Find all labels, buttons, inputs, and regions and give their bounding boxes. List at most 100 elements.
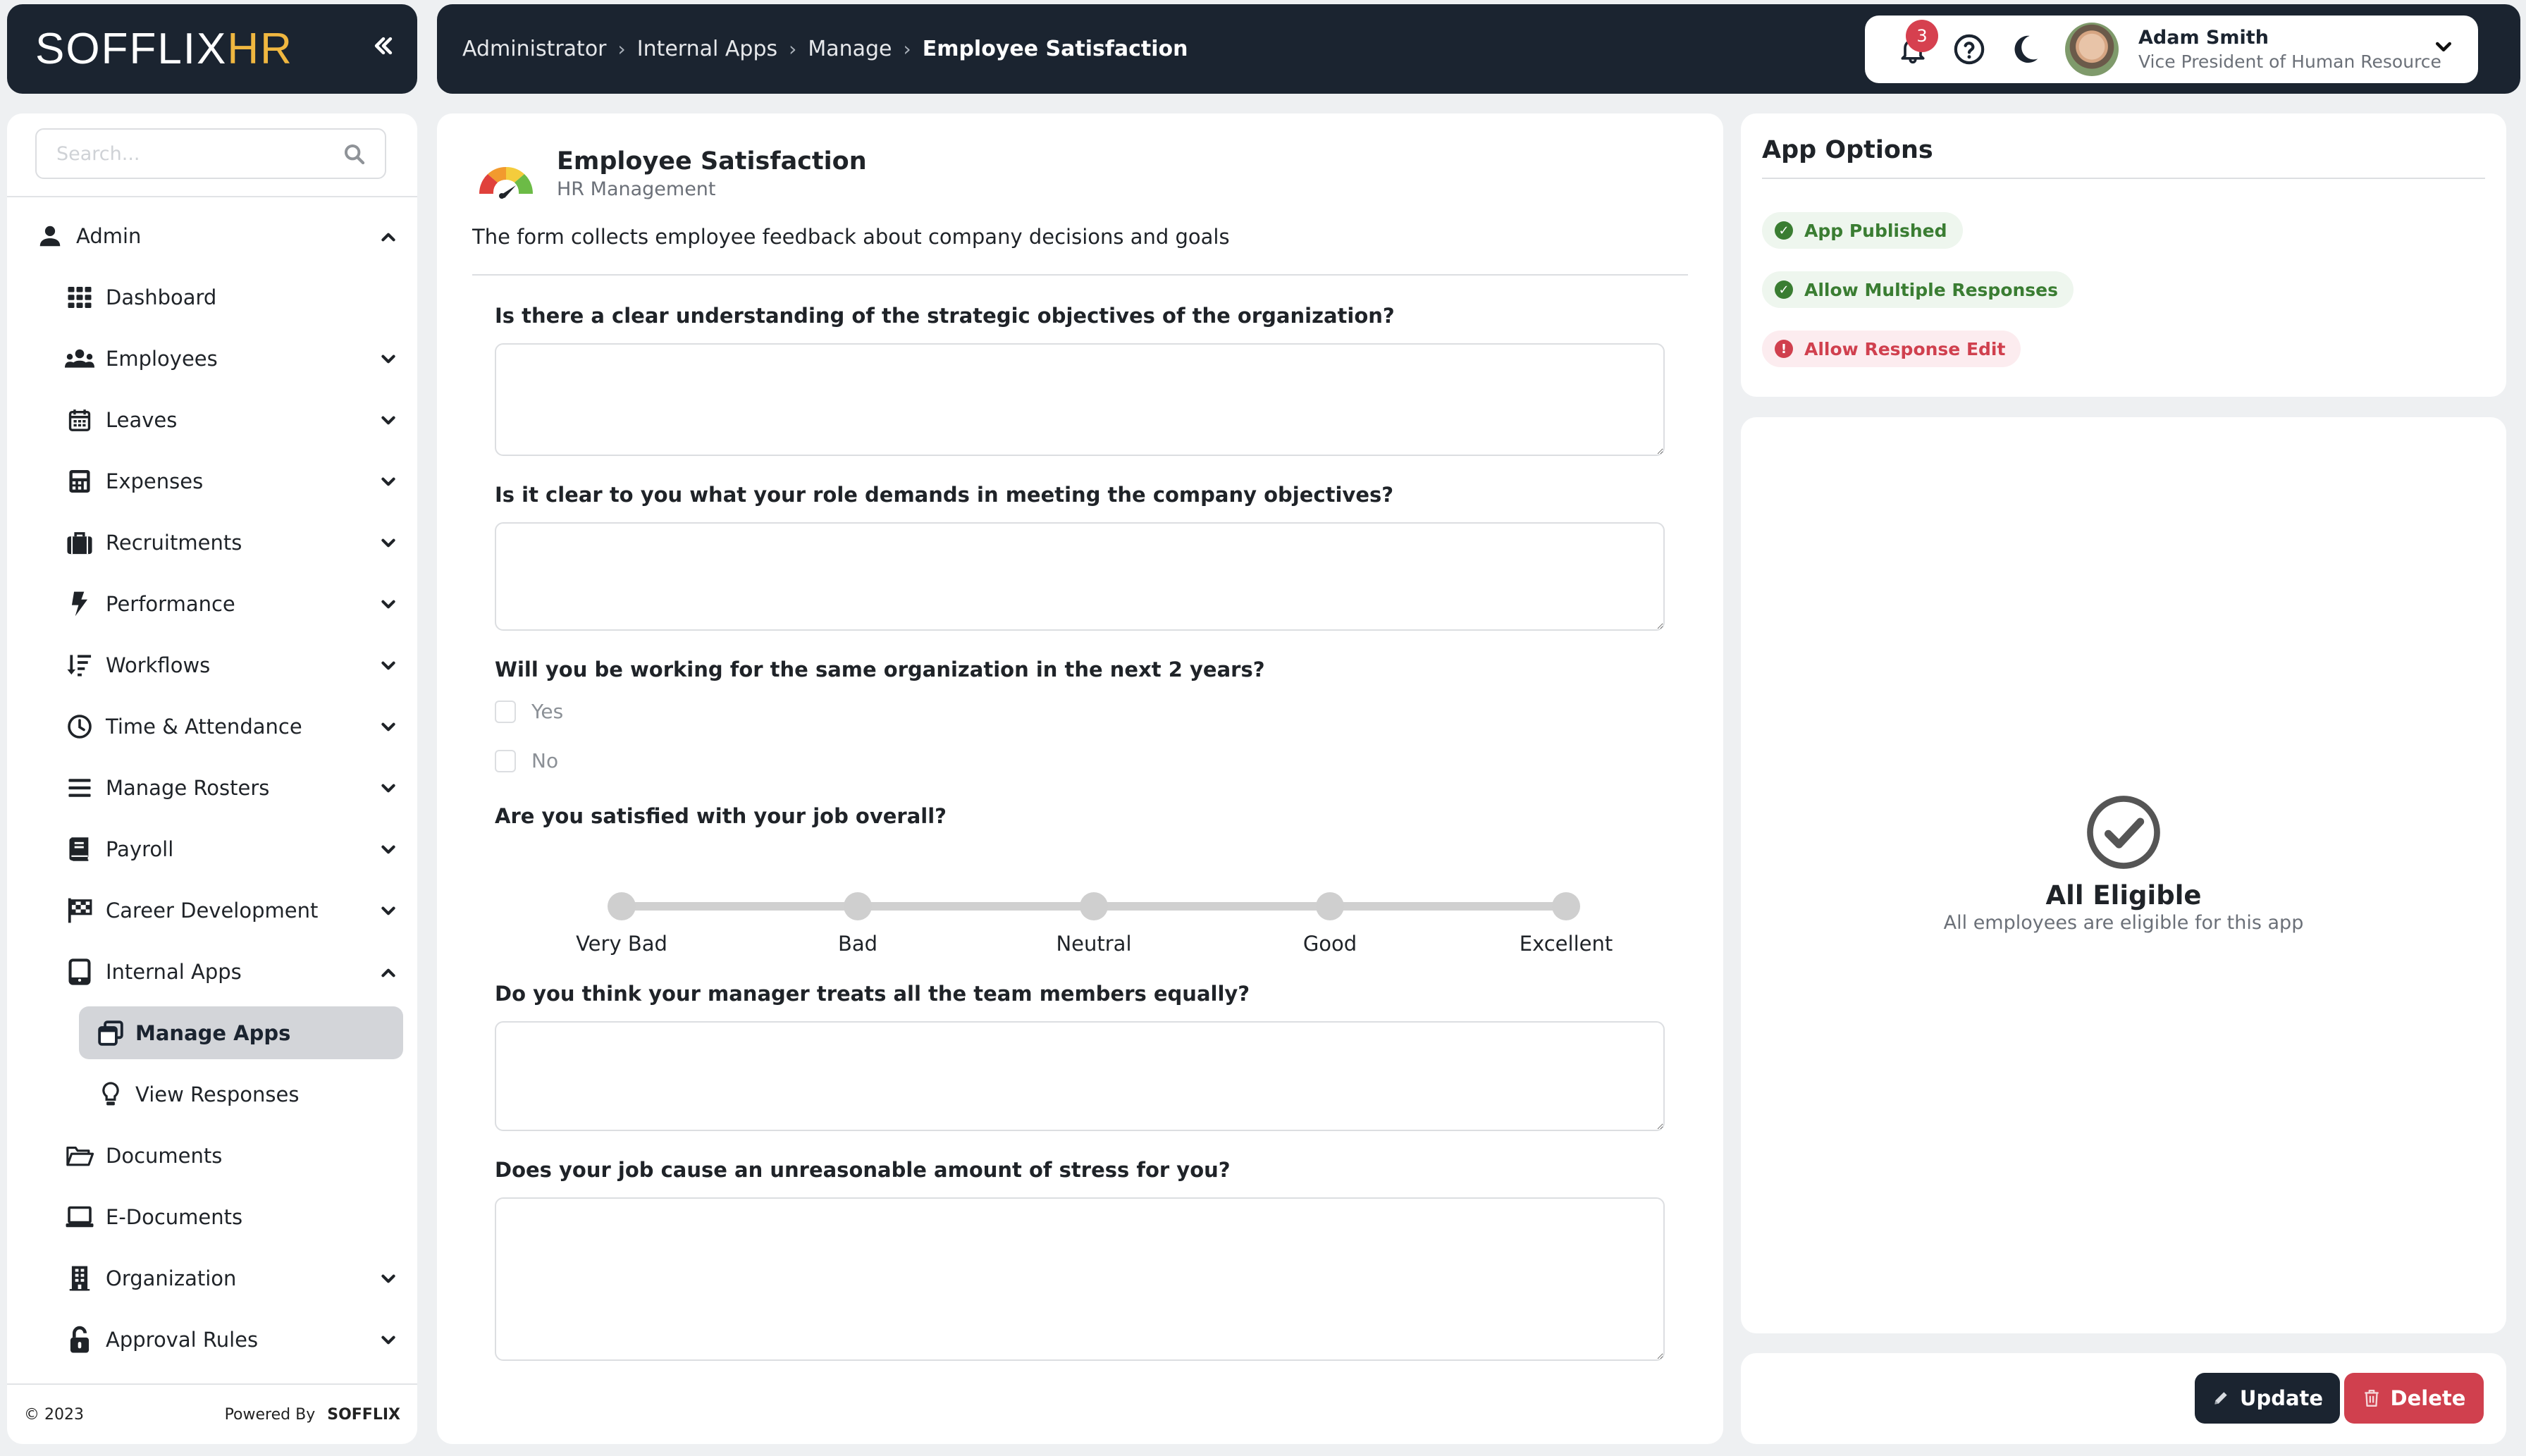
status-badge-label: Allow Multiple Responses xyxy=(1804,279,2059,300)
chevron-down-icon[interactable] xyxy=(379,350,398,368)
app-options-card: App Options ✓ App Published ✓ Allow Mult… xyxy=(1741,113,2506,397)
chevron-down-icon[interactable] xyxy=(379,717,398,736)
user-menu-toggle[interactable] xyxy=(2433,37,2458,62)
sidebar-item-performance[interactable]: Performance xyxy=(7,573,417,634)
rating-option-label: Neutral xyxy=(1056,932,1132,956)
status-badge-app-published: ✓ App Published xyxy=(1762,212,1963,249)
sidebar-item-documents[interactable]: Documents xyxy=(7,1125,417,1186)
chevron-down-icon[interactable] xyxy=(379,779,398,797)
sidebar-item-label: Recruitments xyxy=(106,530,242,555)
avatar[interactable] xyxy=(2065,23,2119,76)
brand-logo[interactable]: SOFFLIXHR xyxy=(35,24,293,74)
app-title: Employee Satisfaction xyxy=(557,147,867,175)
dark-mode-toggle[interactable] xyxy=(2006,30,2045,69)
sidebar-item-expenses[interactable]: Expenses xyxy=(7,450,417,512)
app-header: Employee Satisfaction HR Management xyxy=(474,147,867,200)
app-options-divider xyxy=(1762,178,2485,179)
chevron-down-icon[interactable] xyxy=(379,656,398,674)
chevron-up-icon[interactable] xyxy=(379,963,398,981)
update-button[interactable]: Update xyxy=(2195,1373,2340,1424)
question-1-textarea[interactable] xyxy=(495,343,1665,456)
chevron-up-icon[interactable] xyxy=(379,227,398,245)
chevron-down-icon[interactable] xyxy=(379,1331,398,1349)
sidebar-item-dashboard[interactable]: Dashboard xyxy=(7,266,417,328)
book-icon xyxy=(63,833,96,865)
breadcrumb-internal-apps[interactable]: Internal Apps xyxy=(637,37,777,61)
rating-option[interactable]: Neutral xyxy=(1023,853,1164,956)
question-6-textarea[interactable] xyxy=(495,1197,1665,1361)
breadcrumb: Administrator › Internal Apps › Manage ›… xyxy=(462,4,1188,94)
sidebar-item-internal-apps[interactable]: Internal Apps xyxy=(7,941,417,1002)
sidebar-item-organization[interactable]: Organization xyxy=(7,1247,417,1309)
sidebar-item-time-and-attendance[interactable]: Time & Attendance xyxy=(7,696,417,757)
chevron-down-icon[interactable] xyxy=(379,472,398,491)
check-circle-icon: ✓ xyxy=(1775,280,1793,299)
notifications-button[interactable]: 3 xyxy=(1893,20,1938,69)
rating-option[interactable]: Good xyxy=(1259,853,1400,956)
delete-button-label: Delete xyxy=(2390,1386,2466,1410)
chevron-down-icon[interactable] xyxy=(379,533,398,552)
calculator-icon xyxy=(63,465,96,498)
rating-option[interactable]: Very Bad xyxy=(551,853,692,956)
collapse-sidebar-button[interactable] xyxy=(368,34,399,65)
delete-button[interactable]: Delete xyxy=(2344,1373,2484,1424)
sidebar-item-approval-rules[interactable]: Approval Rules xyxy=(7,1309,417,1370)
powered-by-brand[interactable]: SOFFLIX xyxy=(327,1406,400,1424)
question-label: Are you satisfied with your job overall? xyxy=(495,804,947,828)
sidebar-item-view-responses[interactable]: View Responses xyxy=(7,1063,417,1125)
sidebar-item-label: Documents xyxy=(106,1143,223,1168)
breadcrumb-separator-icon: › xyxy=(789,37,797,61)
checkbox[interactable] xyxy=(495,749,516,772)
sidebar-item-recruitments[interactable]: Recruitments xyxy=(7,512,417,573)
user-icon xyxy=(34,220,66,252)
chevron-down-icon[interactable] xyxy=(379,1269,398,1288)
checkbox-label: Yes xyxy=(531,700,564,723)
rating-dot[interactable] xyxy=(844,892,872,920)
breadcrumb-administrator[interactable]: Administrator xyxy=(462,37,607,61)
pencil-icon xyxy=(2214,1392,2227,1405)
chevron-down-icon[interactable] xyxy=(379,901,398,920)
rating-option[interactable]: Bad xyxy=(787,853,928,956)
update-button-label: Update xyxy=(2239,1386,2324,1410)
sidebar-item-career-development[interactable]: Career Development xyxy=(7,880,417,941)
sidebar-item-admin[interactable]: Admin xyxy=(7,205,417,266)
sidebar-item-manage-rosters[interactable]: Manage Rosters xyxy=(7,757,417,818)
question-label: Does your job cause an unreasonable amou… xyxy=(495,1158,1231,1182)
bars-icon xyxy=(63,772,96,804)
checkbox-option-no[interactable]: No xyxy=(495,749,558,772)
chevron-down-icon[interactable] xyxy=(379,411,398,429)
satisfaction-rating-scale[interactable]: Very Bad Bad Neutral Good Excellent xyxy=(495,853,1665,956)
sidebar-item-workflows[interactable]: Workflows xyxy=(7,634,417,696)
rating-dot[interactable] xyxy=(1080,892,1108,920)
status-badge-label: App Published xyxy=(1804,220,1947,241)
laptop-icon xyxy=(63,1201,96,1233)
rating-dot[interactable] xyxy=(1316,892,1344,920)
trash-icon xyxy=(2364,1390,2379,1407)
chevron-down-icon[interactable] xyxy=(379,595,398,613)
sidebar-item-employees[interactable]: Employees xyxy=(7,328,417,389)
moon-icon xyxy=(2014,35,2038,63)
user-info[interactable]: Adam Smith Vice President of Human Resou… xyxy=(2138,27,2441,72)
checkbox[interactable] xyxy=(495,700,516,723)
sidebar-item-label: E-Documents xyxy=(106,1204,243,1229)
sidebar-item-e-documents[interactable]: E-Documents xyxy=(7,1186,417,1247)
calendar-icon xyxy=(63,404,96,436)
rating-dot[interactable] xyxy=(608,892,636,920)
status-badge-label: Allow Response Edit xyxy=(1804,338,2006,359)
checkbox-option-yes[interactable]: Yes xyxy=(495,700,563,723)
sidebar-item-leaves[interactable]: Leaves xyxy=(7,389,417,450)
rating-dot[interactable] xyxy=(1552,892,1580,920)
sidebar-item-label: Manage Rosters xyxy=(106,775,270,800)
sidebar-search-input[interactable] xyxy=(56,142,338,165)
search-icon[interactable] xyxy=(343,142,366,166)
rating-option[interactable]: Excellent xyxy=(1496,853,1637,956)
sidebar-item-manage-apps[interactable]: Manage Apps xyxy=(7,1002,417,1063)
breadcrumb-manage[interactable]: Manage xyxy=(808,37,892,61)
question-5-textarea[interactable] xyxy=(495,1021,1665,1131)
question-2-textarea[interactable] xyxy=(495,522,1665,631)
app-title-group: Employee Satisfaction HR Management xyxy=(557,147,867,200)
chevron-down-icon[interactable] xyxy=(379,840,398,858)
sidebar-item-payroll[interactable]: Payroll xyxy=(7,818,417,880)
help-button[interactable] xyxy=(1949,30,1989,69)
sidebar-item-label: Workflows xyxy=(106,653,211,677)
